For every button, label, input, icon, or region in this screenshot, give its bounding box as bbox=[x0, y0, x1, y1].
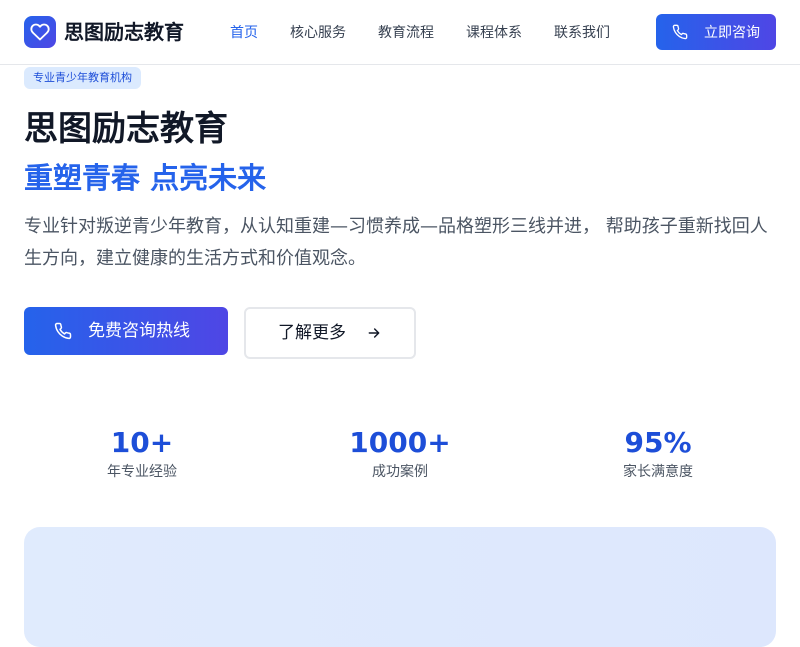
stat-experience: 10+ 年专业经验 bbox=[22, 424, 262, 482]
nav-item-home[interactable]: 首页 bbox=[230, 22, 258, 44]
stat-value: 10+ bbox=[110, 426, 174, 459]
nav-item-core-services[interactable]: 核心服务 bbox=[290, 22, 346, 44]
brand-name[interactable]: 思图励志教育 bbox=[64, 18, 184, 46]
stat-satisfaction: 95% 家长满意度 bbox=[538, 424, 778, 482]
free-consult-hotline-label: 免费咨询热线 bbox=[88, 321, 190, 340]
learn-more-button[interactable]: 了解更多 bbox=[244, 307, 416, 359]
learn-more-label: 了解更多 bbox=[278, 323, 346, 342]
phone-icon bbox=[54, 322, 72, 340]
stat-label: 成功案例 bbox=[372, 464, 428, 480]
institution-tag: 专业青少年教育机构 bbox=[24, 67, 141, 89]
hero-subtitle: 重塑青春 点亮未来 bbox=[24, 161, 267, 195]
nav-item-education-process[interactable]: 教育流程 bbox=[378, 22, 434, 44]
stat-label: 年专业经验 bbox=[107, 464, 177, 480]
arrow-right-icon bbox=[368, 328, 380, 338]
logo-mark[interactable] bbox=[24, 16, 56, 48]
hero-description: 专业针对叛逆青少年教育，从认知重建—习惯养成—品格塑形三线并进， 帮助孩子重新找… bbox=[24, 216, 768, 269]
stat-cases: 1000+ 成功案例 bbox=[280, 424, 520, 482]
free-consult-hotline-button[interactable]: 免费咨询热线 bbox=[24, 307, 228, 355]
nav-item-contact-us[interactable]: 联系我们 bbox=[554, 22, 610, 44]
stat-value: 1000+ bbox=[349, 426, 451, 459]
phone-icon bbox=[672, 24, 688, 40]
nav-item-course-system[interactable]: 课程体系 bbox=[466, 22, 522, 44]
consult-now-button[interactable]: 立即咨询 bbox=[656, 14, 776, 50]
hero-title: 思图励志教育 bbox=[24, 109, 228, 149]
consult-now-label: 立即咨询 bbox=[704, 24, 760, 40]
heart-icon bbox=[30, 23, 50, 41]
feature-card bbox=[24, 527, 776, 647]
stat-value: 95% bbox=[624, 426, 692, 459]
site-header: 思图励志教育 首页 核心服务 教育流程 课程体系 联系我们 立即咨询 bbox=[0, 0, 800, 65]
stat-label: 家长满意度 bbox=[623, 464, 693, 480]
